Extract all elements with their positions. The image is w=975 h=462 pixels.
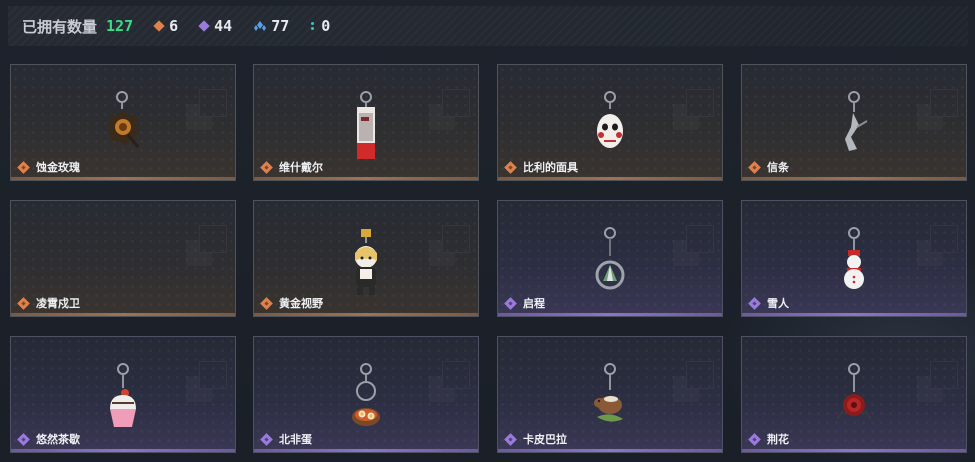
capybara-charm-icon [594,363,623,422]
purple-rarity-icon [504,432,517,446]
item-card[interactable]: 黄金视野 [253,200,479,317]
owned-count-label: 已拥有数量 [22,17,98,36]
item-name: 北非蛋 [279,433,312,446]
owned-total: 127 [106,17,134,35]
mask-charm-icon [597,91,623,148]
stat-teal-value: 0 [321,17,331,35]
item-name: 蚀金玫瑰 [36,161,80,174]
purple-rarity-icon [748,432,761,446]
item-name: 凌霄戍卫 [36,297,80,310]
item-name: 荆花 [767,433,789,446]
item-card[interactable]: 雪人 [741,200,967,317]
bronze-rarity-icon [17,296,30,310]
item-name: 启程 [523,297,545,310]
rose-charm-icon [109,91,140,148]
item-name: 比利的面具 [523,161,578,174]
blue-gem-icon [254,21,267,31]
card-charm-icon [357,91,375,159]
item-name: 黄金视野 [279,297,323,310]
stat-blue-value: 77 [271,17,290,35]
stat-purple-value: 44 [214,17,233,35]
item-card[interactable]: 比利的面具 [497,64,723,181]
bronze-rarity-icon [748,160,761,174]
purple-rarity-icon [260,432,273,446]
item-card[interactable]: 维什戴尔 [253,64,479,181]
purple-rarity-icon [17,432,30,446]
stat-bronze-value: 6 [169,17,179,35]
item-card[interactable]: 荆花 [741,336,967,453]
item-card[interactable]: 卡皮巴拉 [497,336,723,453]
stat-purple: 44 [198,17,233,35]
stat-blue: 77 [254,17,289,35]
item-card[interactable]: 北非蛋 [253,336,479,453]
item-name: 信条 [767,161,789,174]
item-card[interactable]: 启程 [497,200,723,317]
item-name: 维什戴尔 [279,161,323,174]
purple-rarity-icon [504,296,517,310]
doll-charm-icon [355,229,377,295]
item-name: 雪人 [767,297,789,310]
compass-charm-icon [595,227,625,290]
bronze-rarity-icon [260,160,273,174]
item-card[interactable]: 悠然茶歇 [10,336,236,453]
pan-charm-icon [352,363,380,426]
purple-gem-icon [198,20,210,32]
bronze-rarity-icon [17,160,30,174]
item-name: 悠然茶歇 [36,433,80,446]
bronze-rarity-icon [504,160,517,174]
purple-rarity-icon [748,296,761,310]
ownership-summary-bar: 已拥有数量 127 6 44 77 0 [8,6,968,46]
cupcake-charm-icon [110,363,136,427]
stat-teal: 0 [311,17,330,35]
snowman-charm-icon [844,227,864,289]
item-card[interactable]: 信条 [741,64,967,181]
teal-dots-icon [311,20,315,32]
item-card[interactable]: 蚀金玫瑰 [10,64,236,181]
item-name: 卡皮巴拉 [523,433,567,446]
bronze-gem-icon [153,20,165,32]
item-card[interactable]: 凌霄戍卫 [10,200,236,317]
stat-bronze: 6 [153,17,179,35]
collection-screen: 已拥有数量 127 6 44 77 0 蚀金玫瑰 维什戴尔 比利的面具 信条 凌… [0,0,975,462]
bronze-rarity-icon [260,296,273,310]
thorn-flower-charm-icon [836,363,872,420]
creed-charm-icon [845,91,868,151]
